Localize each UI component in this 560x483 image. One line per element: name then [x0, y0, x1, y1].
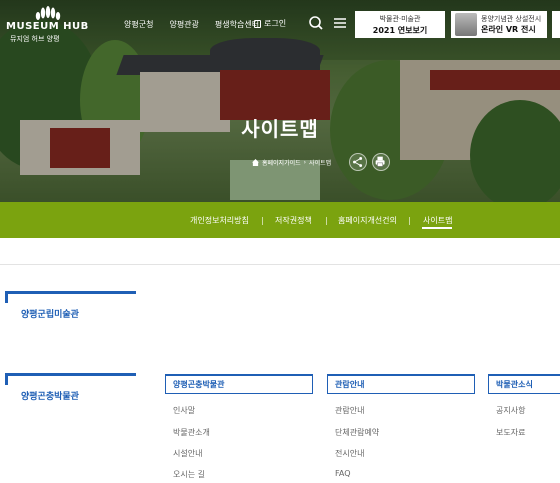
extra-banner[interactable] [552, 11, 560, 38]
search-icon[interactable] [307, 14, 325, 32]
column-title: 박물관소식 [496, 380, 533, 389]
top-nav: 양평군청 양평관광 평생학습센터 [124, 19, 259, 30]
column-top-line [488, 374, 560, 376]
tab-site-suggestion[interactable]: 홈페이지개선건의 [338, 215, 397, 226]
breadcrumb-item[interactable]: 홈페이지가이드 [262, 158, 301, 167]
site-logo[interactable]: MUSEUM HUB 뮤지엄 허브 양평 [6, 6, 89, 43]
sitemap-column-header[interactable]: 관람안내 [327, 374, 475, 394]
sitemap-link[interactable]: 공지사항 [496, 405, 525, 416]
sitemap-link[interactable]: FAQ [335, 469, 351, 478]
nav-link-learning-center[interactable]: 평생학습센터 [215, 19, 259, 30]
active-tab-indicator [422, 227, 452, 229]
site-header: MUSEUM HUB 뮤지엄 허브 양평 양평군청 양평관광 평생학습센터 로그… [0, 0, 560, 46]
content-divider [0, 264, 560, 265]
tab-separator [326, 217, 327, 225]
sitemap-link[interactable]: 관람안내 [335, 405, 364, 416]
nav-link-tourism[interactable]: 양평관광 [169, 19, 198, 30]
banner-line2: 2021 연보보기 [372, 26, 428, 35]
page-title: 사이트맵 [241, 117, 319, 141]
tab-separator [262, 217, 263, 225]
vr-exhibition-banner[interactable]: 몽양기념관 상설전시 온라인 VR 전시 [451, 11, 547, 38]
sitemap-link[interactable]: 단체관람예약 [335, 427, 379, 438]
logo-subtext: 뮤지엄 허브 양평 [10, 35, 60, 43]
share-icon [353, 157, 363, 167]
home-icon[interactable] [252, 159, 259, 166]
banner-line1: 몽양기념관 상설전시 [481, 15, 542, 23]
breadcrumb-separator-icon: › [303, 159, 307, 166]
print-button[interactable] [372, 153, 390, 171]
sitemap-link[interactable]: 보도자료 [496, 427, 525, 438]
login-link[interactable]: 로그인 [254, 18, 286, 29]
share-button[interactable] [349, 153, 367, 171]
tab-copyright-policy[interactable]: 저작권정책 [275, 215, 312, 226]
nav-link-yangpyeong-gov[interactable]: 양평군청 [124, 19, 153, 30]
section-bar [5, 291, 136, 294]
column-top-line [165, 374, 313, 376]
sitemap-link[interactable]: 오시는 길 [173, 469, 205, 480]
sitemap-link[interactable]: 박물관소개 [173, 427, 210, 438]
sitemap-link[interactable]: 시설안내 [173, 448, 202, 459]
column-title: 양평곤충박물관 [173, 380, 225, 389]
logo-mark-icon [35, 6, 61, 20]
logo-text: MUSEUM HUB [6, 21, 89, 32]
section-title-insect-museum[interactable]: 양평곤충박물관 [21, 389, 79, 402]
banner-line1: 박물관·미술관 [379, 15, 421, 23]
breadcrumb-item: 사이트맵 [309, 160, 332, 167]
section-bar-side [5, 373, 8, 385]
tab-separator [409, 217, 410, 225]
portrait-image [455, 13, 477, 36]
annual-report-banner[interactable]: 박물관·미술관 2021 연보보기 [355, 11, 445, 38]
section-title-art-museum[interactable]: 양평군립미술관 [21, 307, 79, 320]
tab-sitemap[interactable]: 사이트맵 [423, 215, 452, 226]
print-icon [375, 156, 385, 167]
banner-line2: 온라인 VR 전시 [481, 25, 536, 34]
column-top-line [327, 374, 475, 376]
tab-privacy-policy[interactable]: 개인정보처리방침 [190, 215, 249, 226]
section-bar [5, 373, 136, 376]
sub-tab-bar: 개인정보처리방침 저작권정책 홈페이지개선건의 사이트맵 [0, 202, 560, 238]
section-bar-side [5, 291, 8, 303]
login-label: 로그인 [264, 19, 287, 28]
sitemap-link[interactable]: 전시안내 [335, 448, 364, 459]
sitemap-column-header[interactable]: 박물관소식 [488, 374, 560, 394]
sitemap-link[interactable]: 인사말 [173, 405, 195, 416]
menu-icon[interactable] [331, 14, 349, 32]
sitemap-column-header[interactable]: 양평곤충박물관 [165, 374, 313, 394]
lock-icon [254, 19, 261, 28]
breadcrumb: 홈페이지가이드 › 사이트맵 [252, 158, 331, 167]
column-title: 관람안내 [335, 380, 365, 389]
